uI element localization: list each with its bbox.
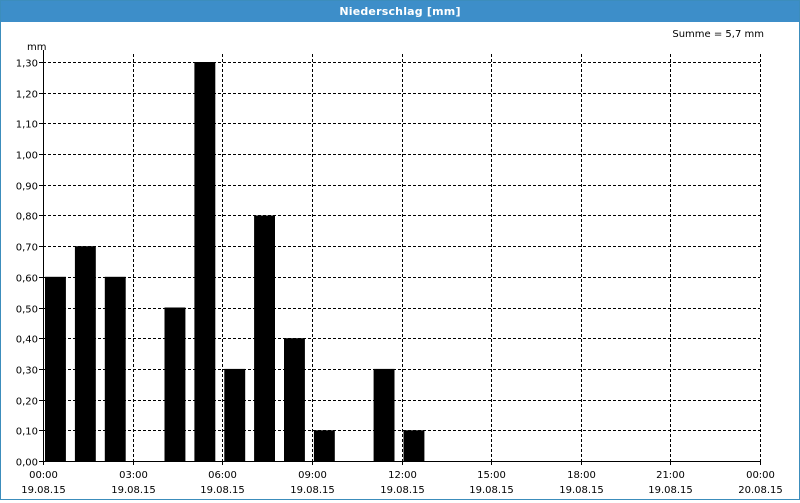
axes <box>39 50 761 465</box>
bar <box>403 430 425 461</box>
precipitation-chart: mm Summe = 5,7 mm 0,000,100,200,300,400,… <box>16 29 783 496</box>
x-tick-date-label: 19.08.15 <box>380 485 425 496</box>
x-tick-time-label: 15:00 <box>477 470 506 481</box>
y-tick-label: 1,10 <box>16 120 38 131</box>
chart-window: Niederschlag [mm] mm Summe = 5,7 mm 0,00… <box>0 0 800 500</box>
y-tick-label: 1,20 <box>16 90 38 101</box>
bar <box>104 276 126 461</box>
x-tick-date-label: 19.08.15 <box>111 485 156 496</box>
y-tick-label: 0,00 <box>16 458 38 469</box>
y-tick-labels: 0,00 0,10 0,20 0,30 0,40 0,50 0,60 0,70 0,80 0,90… <box>16 59 38 469</box>
sum-label: Summe = 5,7 mm <box>672 29 764 40</box>
x-tick-time-label: 00:00 <box>29 470 58 481</box>
y-tick-label: 1,00 <box>16 151 38 162</box>
x-tick-labels: 00:00 19.08.15 03:00 19.08.15 06:00 19.08.15 0… <box>21 470 783 496</box>
y-tick-label: 1,30 <box>16 59 38 70</box>
x-tick-time-label: 06:00 <box>208 470 237 481</box>
x-tick-date-label: 19.08.15 <box>648 485 693 496</box>
y-tick-label: 0,40 <box>16 335 38 346</box>
bars <box>45 62 425 461</box>
grid-lines <box>43 54 761 461</box>
bar <box>74 246 96 461</box>
y-tick-label: 0,70 <box>16 243 38 254</box>
bar <box>45 276 66 461</box>
x-tick-time-label: 09:00 <box>298 470 327 481</box>
bar <box>194 62 216 461</box>
y-tick-label: 0,30 <box>16 366 38 377</box>
y-tick-label: 0,50 <box>16 305 38 316</box>
bar <box>284 338 305 461</box>
bar <box>313 430 335 461</box>
y-tick-label: 0,20 <box>16 397 38 408</box>
y-tick-label: 0,10 <box>16 427 38 438</box>
y-tick-label: 0,80 <box>16 212 38 223</box>
x-tick-date-label: 20.08.15 <box>738 485 783 496</box>
x-tick-time-label: 00:00 <box>746 470 775 481</box>
x-tick-time-label: 21:00 <box>656 470 685 481</box>
bar <box>373 368 395 461</box>
x-tick-date-label: 19.08.15 <box>200 485 245 496</box>
x-tick-time-label: 03:00 <box>119 470 148 481</box>
y-tick-label: 0,90 <box>16 182 38 193</box>
bar <box>254 215 275 461</box>
x-tick-date-label: 19.08.15 <box>559 485 604 496</box>
x-tick-time-label: 18:00 <box>567 470 596 481</box>
bar <box>164 307 186 461</box>
y-tick-label: 0,60 <box>16 274 38 285</box>
window-title: Niederschlag [mm] <box>1 1 799 22</box>
bar <box>224 368 246 461</box>
x-tick-date-label: 19.08.15 <box>290 485 335 496</box>
x-tick-time-label: 12:00 <box>388 470 417 481</box>
x-tick-date-label: 19.08.15 <box>21 485 66 496</box>
x-tick-date-label: 19.08.15 <box>469 485 514 496</box>
